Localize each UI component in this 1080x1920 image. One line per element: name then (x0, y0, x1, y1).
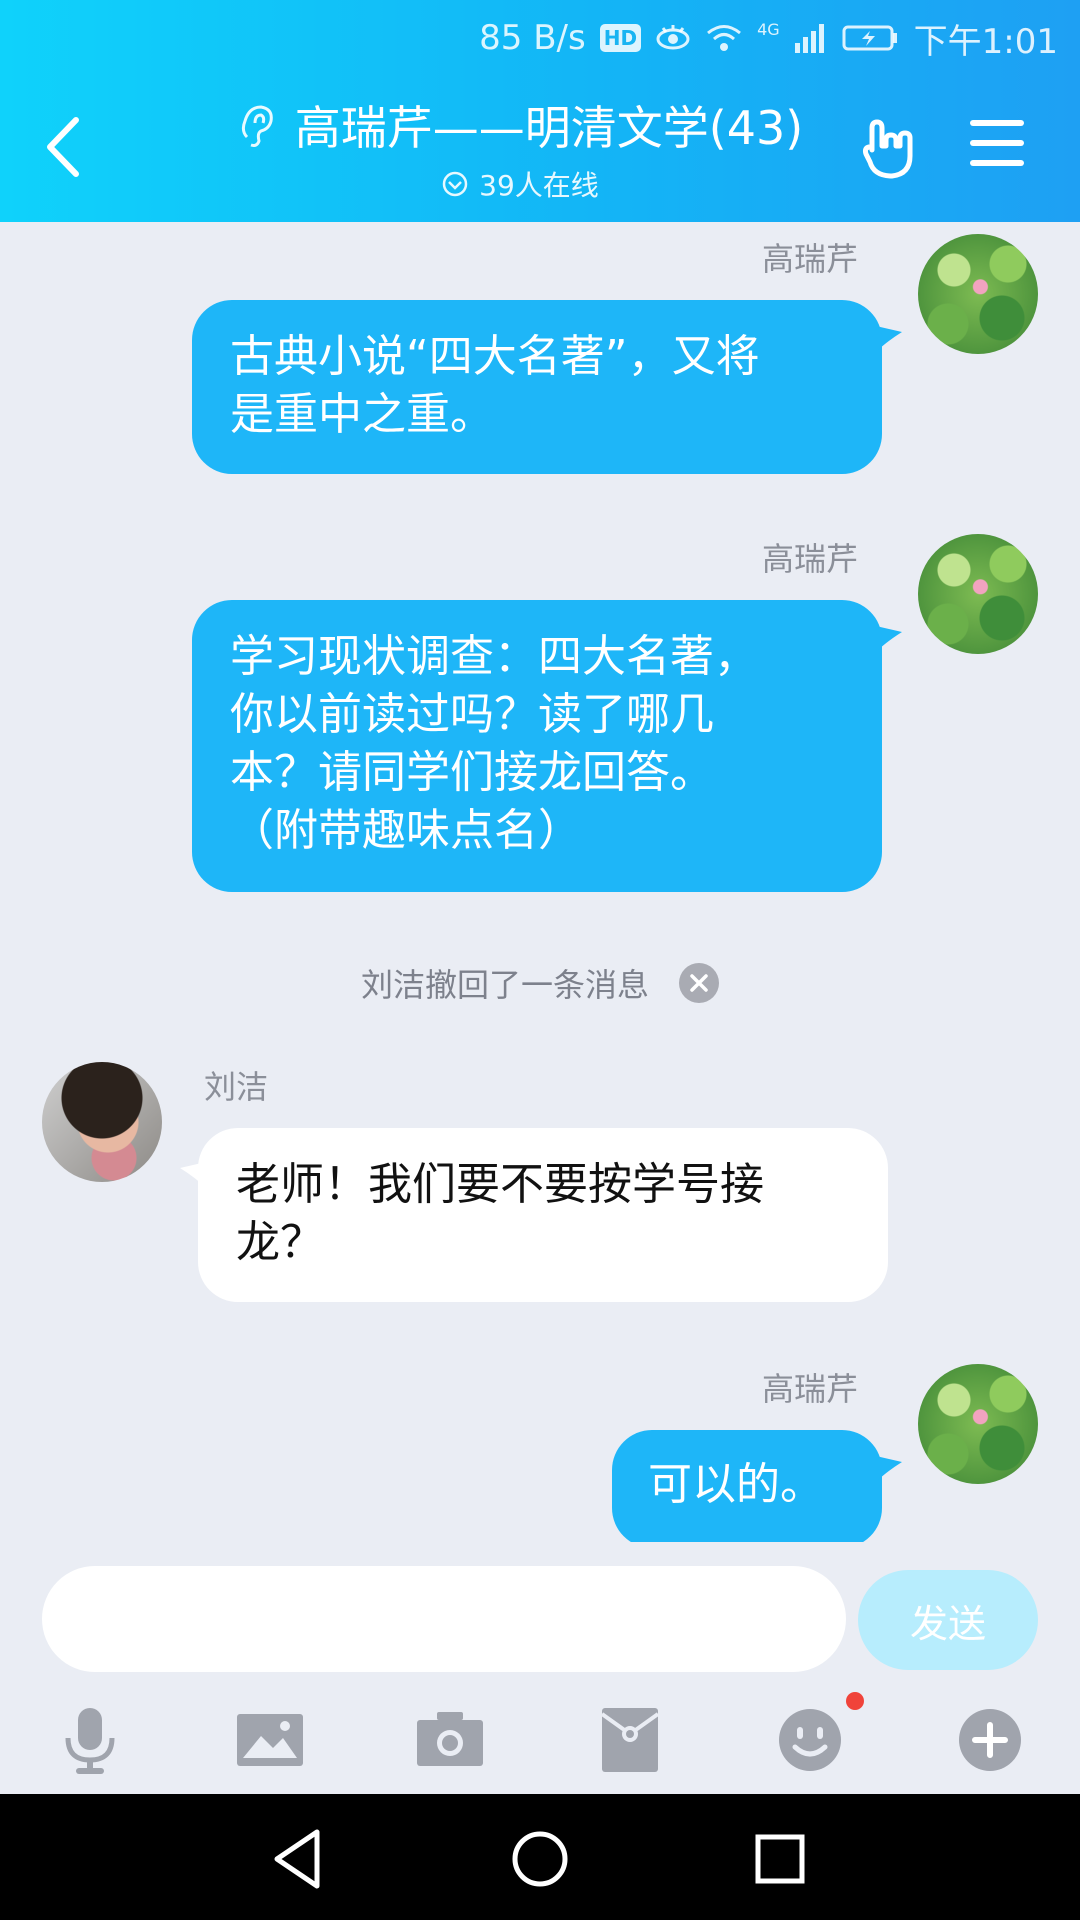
clock: 下午1:01 (913, 21, 1058, 62)
message-bubble[interactable]: 古典小说“四大名著”，又将 是重中之重。 (192, 300, 882, 474)
avatar[interactable] (42, 1062, 162, 1182)
menu-icon[interactable] (970, 118, 1024, 168)
avatar[interactable] (918, 1364, 1038, 1484)
signal-icon (794, 24, 824, 53)
close-icon[interactable] (679, 963, 719, 1003)
chat-title: 高瑞芹——明清文学(43) (294, 101, 804, 155)
chat-title-area[interactable]: 高瑞芹——明清文学(43) 39人在线 (200, 92, 840, 204)
message-line: （附带趣味点名） (230, 805, 582, 856)
hd-badge: HD (599, 24, 642, 52)
eye-icon (656, 25, 690, 50)
message-line: 可以的。 (648, 1459, 824, 1510)
hand-gesture-icon[interactable] (858, 118, 922, 180)
net-speed: 85 B/s (479, 18, 586, 58)
plus-icon[interactable] (950, 1700, 1030, 1780)
message-bubble[interactable]: 学习现状调查：四大名著， 你以前读过吗？读了哪几 本？请同学们接龙回答。 （附带… (192, 600, 882, 892)
message-line: 是重中之重。 (230, 389, 494, 440)
message-input[interactable] (42, 1566, 846, 1672)
avatar[interactable] (918, 234, 1038, 354)
nav-back-icon[interactable] (265, 1824, 335, 1894)
back-icon[interactable] (40, 112, 90, 182)
wifi-icon (707, 25, 742, 51)
message-line: 本？请同学们接龙回答。 (230, 747, 714, 798)
nav-recents-icon[interactable] (745, 1824, 815, 1894)
top-bar: 85 B/s HD 4G 下午1:01 高瑞芹——明清文学(43) 39人在线 (0, 0, 1080, 222)
message-line: 你以前读过吗？读了哪几 (230, 689, 714, 740)
status-bar: 85 B/s HD 4G 下午1:01 (479, 14, 1058, 62)
notification-dot (846, 1692, 864, 1710)
ear-icon (241, 105, 273, 147)
camera-icon[interactable] (410, 1700, 490, 1780)
online-count: 39人在线 (479, 169, 599, 202)
chat-area[interactable]: 高瑞芹 古典小说“四大名著”，又将 是重中之重。 高瑞芹 学习现状调查：四大名著… (0, 222, 1080, 1542)
bubble-tail (876, 1456, 902, 1482)
sender-name: 高瑞芹 (762, 1370, 859, 1408)
bubble-tail (876, 626, 902, 652)
message-line: 古典小说“四大名著”，又将 (230, 331, 760, 382)
red-packet-icon[interactable] (590, 1700, 670, 1780)
message-bubble[interactable]: 可以的。 (612, 1430, 882, 1542)
online-status-icon (442, 171, 468, 197)
battery-icon (842, 25, 897, 51)
bubble-tail (876, 326, 902, 352)
microphone-icon[interactable] (50, 1700, 130, 1780)
emoji-icon[interactable] (770, 1700, 850, 1780)
message-line: 龙？ (236, 1217, 324, 1268)
message-line: 学习现状调查：四大名著， (230, 631, 758, 682)
recall-notice: 刘洁撤回了一条消息 (0, 960, 1080, 1006)
recall-text: 刘洁撤回了一条消息 (360, 966, 649, 1004)
image-icon[interactable] (230, 1700, 310, 1780)
sender-name: 高瑞芹 (762, 240, 859, 278)
sender-name: 高瑞芹 (762, 540, 859, 578)
input-toolbar (0, 1692, 1080, 1794)
sender-name: 刘洁 (204, 1068, 269, 1106)
network-type: 4G (757, 20, 780, 39)
avatar[interactable] (918, 534, 1038, 654)
nav-home-icon[interactable] (505, 1824, 575, 1894)
system-nav-bar (0, 1794, 1080, 1920)
message-line: 老师！我们要不要按学号接 (236, 1159, 764, 1210)
message-bubble[interactable]: 老师！我们要不要按学号接 龙？ (198, 1128, 888, 1302)
send-button[interactable]: 发送 (858, 1570, 1038, 1670)
